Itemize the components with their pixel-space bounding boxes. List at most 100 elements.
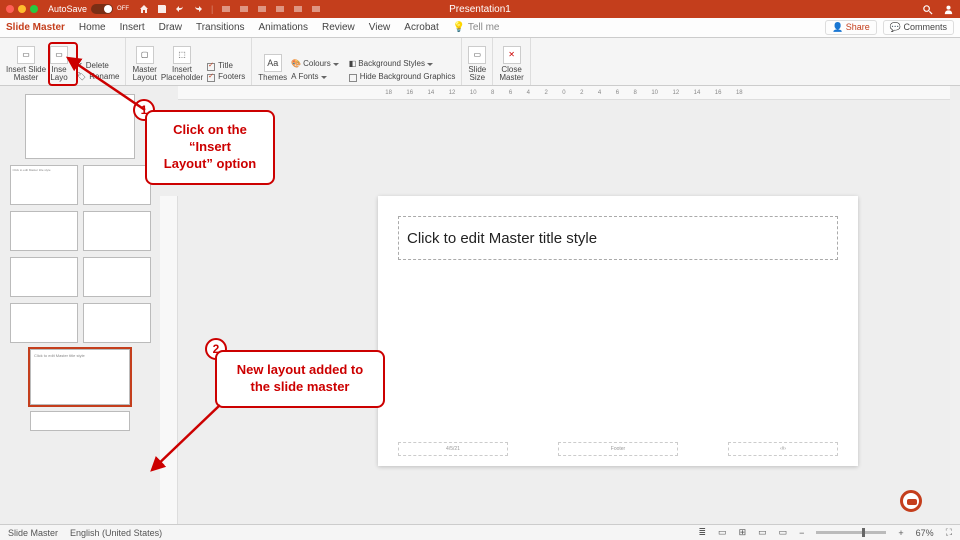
title-checkbox[interactable]: Title [207,62,245,71]
autosave-label: AutoSave [48,4,87,14]
slide-sorter-icon[interactable]: ⊞ [739,527,747,538]
colours-dropdown[interactable]: 🎨Colours [291,60,339,69]
slide-editor[interactable]: 18161412108642024681012141618 Click to e… [178,86,960,524]
layout-icon: ▭ [50,46,68,64]
notes-button[interactable]: ≣ [699,527,707,538]
layout-thumbnail[interactable] [83,303,151,343]
zoom-in-button[interactable]: + [898,528,903,538]
search-icon[interactable] [922,4,933,15]
slide-size-icon: ▭ [468,46,486,64]
insert-layout-button[interactable]: ▭ Inse Layo [50,46,68,82]
qat-icon[interactable] [311,4,321,14]
footer-placeholder[interactable]: Footer [558,442,678,456]
user-icon[interactable] [943,4,954,15]
date-placeholder[interactable]: 4/5/21 [398,442,508,456]
autosave-toggle[interactable]: AutoSave OFF [48,4,129,14]
qat-icon[interactable] [257,4,267,14]
tab-insert[interactable]: Insert [120,22,145,33]
insert-slide-master-button[interactable]: ▭ Insert Slide Master [6,46,46,82]
chevron-down-icon [333,62,339,68]
chevron-down-icon [321,75,327,81]
normal-view-icon[interactable]: ▭ [718,527,727,538]
hide-bg-checkbox[interactable]: Hide Background Graphics [349,73,456,82]
layout-thumbnail[interactable] [30,411,130,431]
qat-icon[interactable] [239,4,249,14]
layout-thumbnail[interactable] [10,211,78,251]
fullscreen-window-icon[interactable] [30,5,38,13]
fit-to-window-icon[interactable]: ⛶ [946,527,952,538]
zoom-percent[interactable]: 67% [916,528,934,538]
zoom-slider[interactable] [816,531,886,534]
slide-canvas[interactable]: Click to edit Master title style 4/5/21 … [378,196,858,466]
qat-icon[interactable] [221,4,231,14]
reading-view-icon[interactable]: ▭ [758,527,767,538]
work-area: Click to edit Master title style Click t… [0,86,960,524]
layout-thumbnail[interactable] [83,211,151,251]
footers-checkbox[interactable]: Footers [207,73,245,82]
document-title: Presentation1 [449,4,511,15]
checkbox-icon [207,63,215,71]
comments-button[interactable]: 💬 Comments [883,20,954,35]
tab-acrobat[interactable]: Acrobat [404,22,438,33]
master-layout-button[interactable]: ▢ Master Layout [132,46,156,82]
background-styles-dropdown[interactable]: ◧Background Styles [349,60,456,69]
placeholder-icon: ⬚ [173,46,191,64]
tab-animations[interactable]: Animations [259,22,308,33]
status-mode: Slide Master [8,528,58,538]
traffic-lights[interactable] [6,5,38,13]
layout-thumbnail[interactable] [10,257,78,297]
layout-thumbnail[interactable] [83,257,151,297]
status-language[interactable]: English (United States) [70,528,162,538]
tab-home[interactable]: Home [79,22,106,33]
title-placeholder[interactable]: Click to edit Master title style [398,216,838,260]
close-icon: ✕ [503,46,521,64]
toggle-icon[interactable] [91,4,113,14]
layout-thumbnail[interactable]: Click to edit Master title style [10,165,78,205]
themes-button[interactable]: Aa Themes [258,54,287,82]
tab-review[interactable]: Review [322,22,355,33]
tab-transitions[interactable]: Transitions [196,22,245,33]
qat-icon[interactable] [275,4,285,14]
watermark-logo [900,490,950,520]
layout-thumbnail[interactable] [10,303,78,343]
slide-number-placeholder[interactable]: ‹#› [728,442,838,456]
delete-button[interactable]: ✕Delete [76,62,119,71]
status-bar: Slide Master English (United States) ≣ ▭… [0,524,960,540]
insert-placeholder-button[interactable]: ⬚ Insert Placeholder [161,46,203,82]
fonts-icon: A [291,73,296,82]
horizontal-ruler: 18161412108642024681012141618 [178,86,950,100]
fonts-dropdown[interactable]: AFonts [291,73,339,82]
slideshow-view-icon[interactable]: ▭ [779,527,788,538]
home-icon[interactable] [139,4,149,14]
close-window-icon[interactable] [6,5,14,13]
zoom-out-button[interactable]: − [799,528,804,538]
tell-me[interactable]: 💡 Tell me [453,22,500,33]
themes-icon: Aa [264,54,282,72]
vertical-ruler [160,196,178,524]
layout-thumbnail[interactable] [83,165,151,205]
rename-icon: 🏷 [76,73,86,82]
qat-icon[interactable] [293,4,303,14]
window-titlebar: AutoSave OFF | Presentation1 [0,0,960,18]
quick-access-toolbar[interactable]: | [139,4,321,14]
layout-thumbnail-pane[interactable]: Click to edit Master title style Click t… [0,86,160,524]
close-master-button[interactable]: ✕ Close Master [499,46,523,82]
ribbon-tabs: Slide Master Home Insert Draw Transition… [0,18,960,38]
tab-slide-master[interactable]: Slide Master [6,22,65,33]
rename-button[interactable]: 🏷Rename [76,73,119,82]
vertical-scrollbar[interactable] [950,100,960,524]
autosave-state: OFF [117,6,129,12]
redo-icon[interactable] [193,4,203,14]
master-thumbnail[interactable] [25,94,135,159]
slide-size-button[interactable]: ▭ Slide Size [468,46,486,82]
layout-thumbnail-selected[interactable]: Click to edit Master title style [30,349,130,405]
tab-view[interactable]: View [369,22,391,33]
colours-icon: 🎨 [291,60,301,69]
minimize-window-icon[interactable] [18,5,26,13]
bg-icon: ◧ [349,60,357,69]
undo-icon[interactable] [175,4,185,14]
save-icon[interactable] [157,4,167,14]
share-button[interactable]: 👤 Share [825,20,877,35]
tab-draw[interactable]: Draw [159,22,182,33]
ribbon: ▭ Insert Slide Master ▭ Inse Layo ✕Delet… [0,38,960,86]
